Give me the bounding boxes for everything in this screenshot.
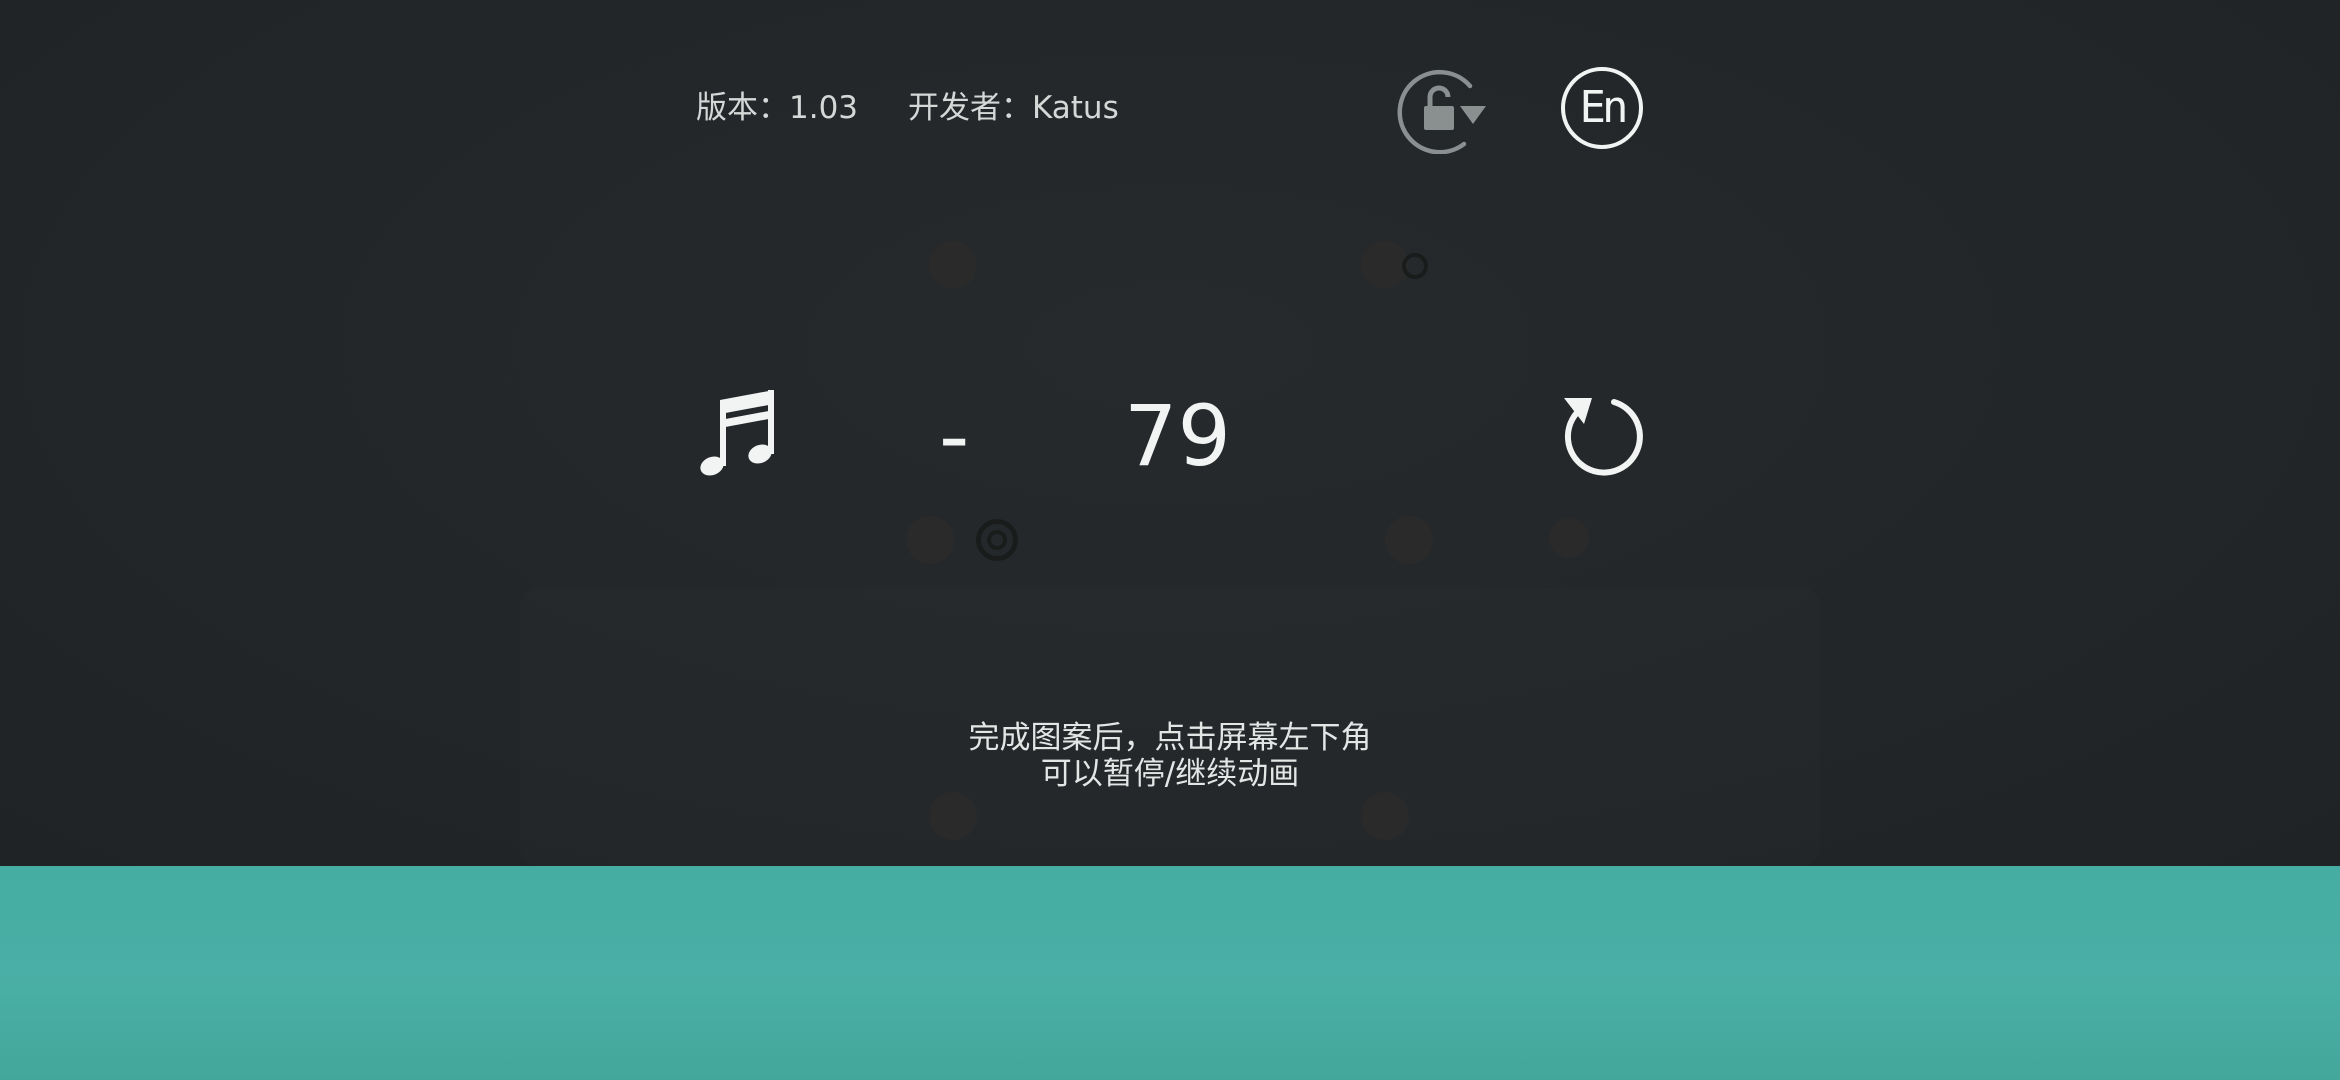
pattern-dot — [906, 516, 954, 564]
pattern-target-ring-inner — [987, 530, 1007, 550]
hint-line-2: 可以暂停/继续动画 — [1040, 756, 1300, 792]
pattern-dot — [1549, 518, 1589, 558]
language-button[interactable]: En — [1561, 67, 1643, 149]
left-value: - — [939, 387, 970, 485]
pattern-dot — [1361, 792, 1409, 840]
pattern-dot — [1385, 516, 1433, 564]
pattern-ring — [1402, 253, 1428, 279]
developer-label: 开发者：Katus — [908, 90, 1119, 126]
score-value: 79 — [1124, 387, 1231, 485]
game-screen: 版本：1.03 开发者：Katus En - 79 完成图案后，点击屏幕左下角 … — [0, 0, 2340, 1080]
restart-icon[interactable] — [1554, 390, 1646, 480]
pattern-dot — [929, 792, 977, 840]
pattern-dot — [929, 241, 977, 289]
version-label: 版本：1.03 — [696, 90, 859, 126]
music-note-icon[interactable] — [696, 388, 778, 478]
rotation-lock-icon[interactable] — [1396, 64, 1494, 154]
language-button-label: En — [1579, 82, 1629, 133]
hint-line-1: 完成图案后，点击屏幕左下角 — [968, 720, 1372, 756]
bottom-panel[interactable] — [0, 866, 2340, 1080]
